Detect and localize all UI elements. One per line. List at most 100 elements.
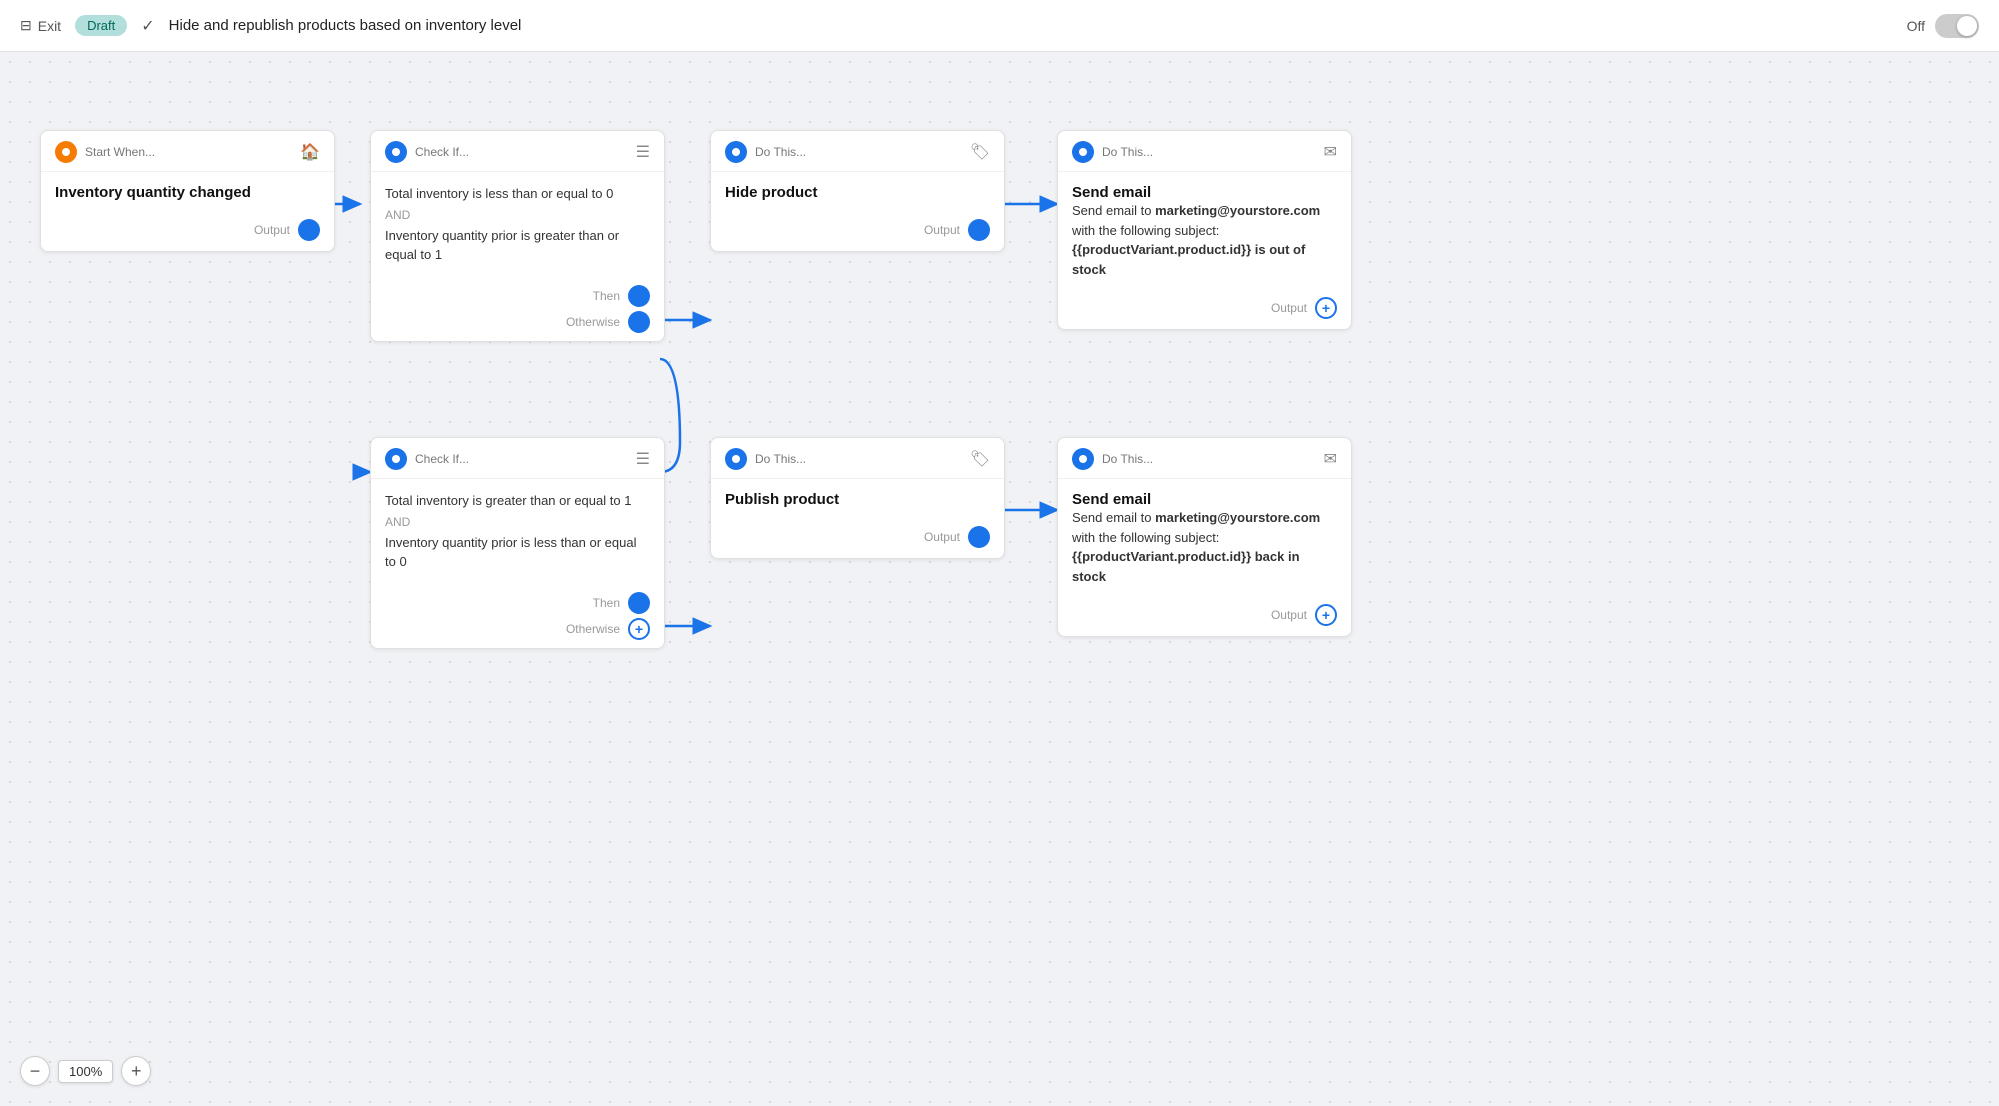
workflow-canvas: Start When... 🏠 Inventory quantity chang… [0,52,1999,1106]
start-icon: 🏠 [300,142,320,162]
do2-body2: with the following subject: [1072,223,1219,238]
do4-email-icon: ✉ [1324,449,1337,469]
do2-type: Do This... [1102,145,1316,159]
start-output-label: Output [254,223,290,237]
check1-and: AND [385,208,650,222]
check1-otherwise-label: Otherwise [566,315,620,329]
do4-title: Send email [1072,491,1337,508]
do2-output-connector[interactable]: + [1315,297,1337,319]
do4-header: Do This... ✉ [1058,438,1351,479]
do1-body: Hide product [711,172,1004,213]
check2-and: AND [385,515,650,529]
do2-body: Send email Send email to marketing@yours… [1058,172,1351,291]
toggle-label: Off [1907,18,1925,34]
do3-output-label: Output [924,530,960,544]
check1-header: Check If... ☰ [371,131,664,172]
do1-footer: Output [711,213,1004,251]
do4-output-label: Output [1271,608,1307,622]
start-node: Start When... 🏠 Inventory quantity chang… [40,130,335,252]
check1-then-connector[interactable] [628,285,650,307]
check1-otherwise-connector[interactable] [628,311,650,333]
toggle-knob [1957,16,1977,36]
check2-icon: ☰ [636,449,650,469]
zoom-controls: − 100% + [20,1056,151,1086]
topbar: ⊟ Exit Draft ✓ Hide and republish produc… [0,0,1999,52]
check1-icon: ☰ [636,142,650,162]
check2-otherwise-label: Otherwise [566,622,620,636]
do4-subject: {{productVariant.product.id}} back in st… [1072,549,1300,584]
do4-dot [1072,448,1094,470]
check1-then-label: Then [593,289,620,303]
do4-footer: Output + [1058,598,1351,636]
do2-email: marketing@yourstore.com [1155,203,1320,218]
check2-otherwise-connector[interactable]: + [628,618,650,640]
do2-title: Send email [1072,184,1337,201]
do3-header: Do This... 🏷 [711,438,1004,479]
exit-button[interactable]: ⊟ Exit [20,17,61,34]
start-footer: Output [41,213,334,251]
do4-body: Send email Send email to marketing@yours… [1058,479,1351,598]
do2-header: Do This... ✉ [1058,131,1351,172]
do3-output-connector[interactable] [968,526,990,548]
do3-dot [725,448,747,470]
do2-output-label: Output [1271,301,1307,315]
do4-output-connector[interactable]: + [1315,604,1337,626]
do3-icon: 🏷 [970,449,990,469]
do2-text: Send email to marketing@yourstore.com wi… [1072,201,1337,279]
start-title: Inventory quantity changed [55,184,320,201]
draft-badge[interactable]: Draft [75,15,127,36]
do3-node: Do This... 🏷 Publish product Output [710,437,1005,559]
do1-header: Do This... 🏷 [711,131,1004,172]
check1-branches: Then Otherwise [371,277,664,341]
check1-then-row: Then [385,285,650,307]
do4-body1: Send email to [1072,510,1155,525]
check1-type: Check If... [415,145,628,159]
workflow-title: Hide and republish products based on inv… [169,17,522,34]
do3-type: Do This... [755,452,962,466]
check2-then-row: Then [385,592,650,614]
do1-type: Do This... [755,145,962,159]
do1-title: Hide product [725,184,990,201]
check2-otherwise-row: Otherwise + [385,618,650,640]
zoom-in-button[interactable]: + [121,1056,151,1086]
check1-cond1: Total inventory is less than or equal to… [385,184,650,204]
check-icon: ✓ [141,16,154,36]
do1-icon: 🏷 [970,142,990,162]
do1-dot [725,141,747,163]
do3-title: Publish product [725,491,990,508]
toggle-switch[interactable] [1935,14,1979,38]
check2-cond1: Total inventory is greater than or equal… [385,491,650,511]
check2-body: Total inventory is greater than or equal… [371,479,664,584]
do4-text: Send email to marketing@yourstore.com wi… [1072,508,1337,586]
check2-node: Check If... ☰ Total inventory is greater… [370,437,665,649]
topbar-right: Off [1907,14,1979,38]
zoom-out-button[interactable]: − [20,1056,50,1086]
do1-node: Do This... 🏷 Hide product Output [710,130,1005,252]
do3-footer: Output [711,520,1004,558]
do1-output-label: Output [924,223,960,237]
check2-header: Check If... ☰ [371,438,664,479]
exit-icon: ⊟ [20,17,32,34]
exit-label: Exit [38,18,61,34]
do2-subject: {{productVariant.product.id}} is out of … [1072,242,1305,277]
start-dot [55,141,77,163]
check1-body: Total inventory is less than or equal to… [371,172,664,277]
do4-node: Do This... ✉ Send email Send email to ma… [1057,437,1352,637]
check1-node: Check If... ☰ Total inventory is less th… [370,130,665,342]
do4-type: Do This... [1102,452,1316,466]
start-output-connector[interactable] [298,219,320,241]
start-type-label: Start When... [85,145,292,159]
zoom-level: 100% [58,1060,113,1083]
start-body: Inventory quantity changed [41,172,334,213]
do4-body2: with the following subject: [1072,530,1219,545]
check2-then-connector[interactable] [628,592,650,614]
check2-cond2: Inventory quantity prior is less than or… [385,533,650,572]
do2-node: Do This... ✉ Send email Send email to ma… [1057,130,1352,330]
do2-body1: Send email to [1072,203,1155,218]
do1-output-connector[interactable] [968,219,990,241]
do3-body: Publish product [711,479,1004,520]
check1-cond2: Inventory quantity prior is greater than… [385,226,650,265]
start-node-header: Start When... 🏠 [41,131,334,172]
check1-otherwise-row: Otherwise [385,311,650,333]
do2-footer: Output + [1058,291,1351,329]
